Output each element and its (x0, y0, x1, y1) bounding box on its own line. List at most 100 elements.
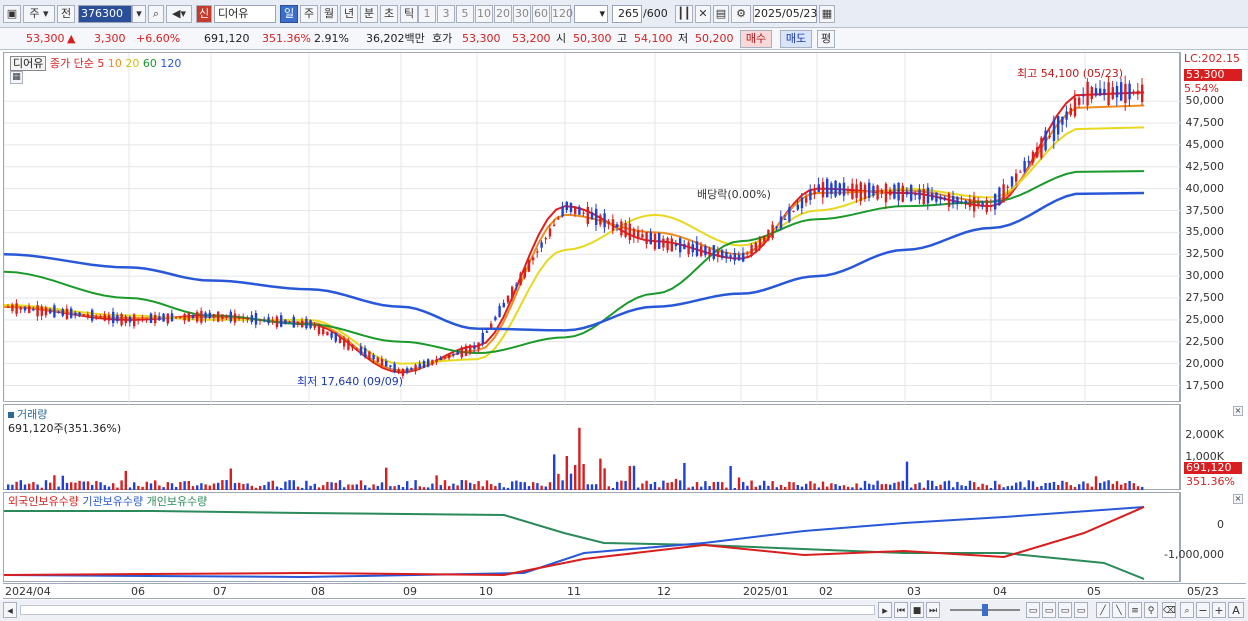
settings-icon[interactable]: ⚙ (731, 5, 751, 23)
window-icon[interactable]: ▣ (3, 5, 21, 23)
save-icon[interactable]: ▤ (713, 5, 729, 23)
candle-body (11, 304, 14, 312)
tick-120[interactable]: 120 (551, 5, 573, 23)
market-select[interactable]: 주 ▾ (23, 5, 55, 23)
candle-body (758, 237, 762, 249)
volume-bar (204, 484, 207, 490)
fib-tool-icon[interactable]: ≡ (1128, 602, 1142, 618)
period-minute[interactable]: 분 (360, 5, 378, 23)
volume-bar (141, 486, 144, 490)
tick-10[interactable]: 10 (475, 5, 493, 23)
period-week[interactable]: 주 (300, 5, 318, 23)
layout2-icon[interactable]: ▭ (1042, 602, 1056, 618)
trend-tool-icon[interactable]: ╲ (1112, 602, 1126, 618)
zoom-icon[interactable]: ⌕ (1180, 602, 1194, 618)
candle-body (813, 190, 816, 195)
candle-body (574, 206, 577, 214)
calendar-icon[interactable]: ▦ (819, 5, 835, 23)
candle-body (515, 284, 518, 286)
forward-icon[interactable]: ⏭ (926, 602, 940, 618)
eraser-icon[interactable]: ⌫ (1162, 602, 1176, 618)
tick-60[interactable]: 60 (532, 5, 550, 23)
period-day[interactable]: 일 (280, 5, 298, 23)
candle-body (263, 319, 266, 321)
volume-bar (427, 487, 430, 490)
volume-bar (238, 482, 241, 490)
stock-name-field[interactable]: 디어유 (214, 5, 276, 23)
candle-body (61, 309, 64, 316)
candle-body (133, 314, 136, 327)
layout3-icon[interactable]: ▭ (1058, 602, 1072, 618)
tick-20[interactable]: 20 (494, 5, 512, 23)
holding-line-1 (3, 506, 1145, 579)
price-legend: 디어유 종가 단순 5 10 20 60 120 (10, 55, 181, 71)
zoom-out-icon[interactable]: − (1196, 602, 1210, 618)
font-icon[interactable]: A (1228, 602, 1244, 618)
volume-bar (998, 484, 1001, 490)
candle-body (737, 254, 741, 261)
text-tool-icon[interactable]: ⚲ (1144, 602, 1158, 618)
volume-bar (133, 482, 136, 490)
candle-icon[interactable]: ┃┃ (675, 5, 693, 23)
custom-tick-input[interactable]: ▾ (574, 5, 608, 23)
volume-bar (931, 480, 934, 490)
prev-button[interactable]: 전 (57, 5, 75, 23)
sell-button[interactable]: 매도 (780, 30, 812, 48)
volume-bar (158, 485, 161, 490)
code-input[interactable]: 376300 (78, 5, 132, 23)
period-month[interactable]: 월 (320, 5, 338, 23)
high-label: 고 (617, 32, 628, 45)
volume-bar (750, 480, 753, 490)
draw-tool-icon[interactable]: ✕ (695, 5, 711, 23)
speaker-icon[interactable]: ◀▾ (166, 5, 192, 23)
close-icon[interactable]: × (1233, 406, 1243, 416)
candle-body (301, 320, 304, 327)
candle-body (569, 202, 573, 213)
count-input[interactable]: 265 (612, 5, 642, 23)
candle-body (1107, 82, 1110, 106)
candle-body (246, 317, 249, 320)
candle-body (477, 342, 480, 350)
rewind-icon[interactable]: ⏮ (894, 602, 908, 618)
tick-5[interactable]: 5 (456, 5, 474, 23)
period-year[interactable]: 년 (340, 5, 358, 23)
candle-body (1040, 137, 1043, 158)
x-label: 05/23 (1187, 585, 1219, 598)
last-price-tag: 53,300 (1184, 69, 1242, 81)
date-field[interactable]: 2025/05/23 (753, 5, 817, 23)
zoom-in-icon[interactable]: + (1212, 602, 1226, 618)
volume-bar (284, 481, 287, 490)
tick-30[interactable]: 30 (513, 5, 531, 23)
layout-icon[interactable]: ▭ (1026, 602, 1040, 618)
period-tick[interactable]: 틱 (400, 5, 418, 23)
grid-toggle-icon[interactable]: ▦ (10, 71, 23, 84)
tick-1[interactable]: 1 (418, 5, 436, 23)
volume-bar (464, 480, 468, 490)
buy-button[interactable]: 매수 (740, 30, 772, 48)
search-icon[interactable]: ⌕ (148, 5, 164, 23)
candle-body (578, 206, 581, 215)
zoom-slider-handle[interactable] (982, 604, 988, 616)
bid-price: 53,200 (512, 32, 551, 45)
period-second[interactable]: 초 (380, 5, 398, 23)
price-chart-panel[interactable]: 디어유 종가 단순 5 10 20 60 120 ▦ 최고 54,100 (05… (3, 52, 1181, 403)
dividend-annotation: 배당락(0.00%) (697, 188, 771, 201)
scroll-right-icon[interactable]: ▸ (878, 602, 892, 618)
scroll-track[interactable] (20, 605, 875, 615)
code-dropdown[interactable]: ▾ (132, 5, 146, 23)
volume-bar (1048, 482, 1051, 490)
candle-body (469, 345, 472, 354)
scroll-left-icon[interactable]: ◂ (3, 602, 17, 618)
tick-3[interactable]: 3 (437, 5, 455, 23)
layout4-icon[interactable]: ▭ (1074, 602, 1088, 618)
eval-button[interactable]: 평 (817, 30, 835, 48)
candle-body (952, 195, 955, 204)
volume-panel[interactable]: 거래량 691,120주(351.36%) (3, 404, 1180, 490)
stop-icon[interactable]: ■ (910, 602, 924, 618)
volume-bar (712, 482, 715, 490)
volume-bar (947, 480, 951, 490)
holding-panel[interactable]: 외국인보유수량 기관보유수량 개인보유수량 (3, 492, 1180, 582)
close-holding-icon[interactable]: × (1233, 494, 1243, 504)
line-tool-icon[interactable]: ╱ (1096, 602, 1110, 618)
bottom-controls: ◂ ▸ ⏮ ■ ⏭ ▭ ▭ ▭ ▭ ╱ ╲ ≡ ⚲ ⌫ ⌕ − + A (0, 600, 1248, 621)
